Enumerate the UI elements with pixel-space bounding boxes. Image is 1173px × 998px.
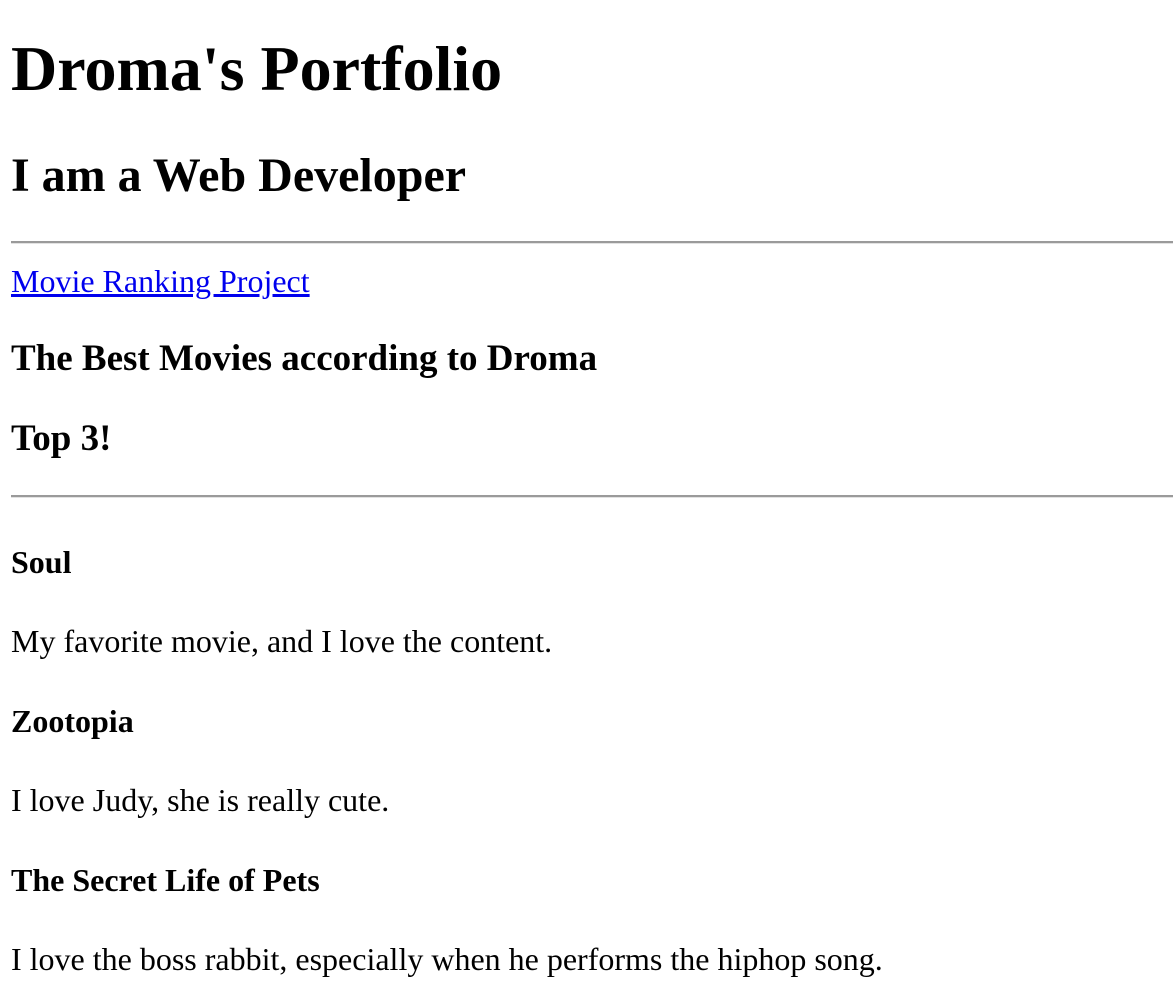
section-heading: The Best Movies according to Droma bbox=[11, 338, 598, 379]
movie-ranking-project-link[interactable]: Movie Ranking Project bbox=[11, 262, 310, 300]
divider bbox=[11, 495, 1173, 498]
section-subheading: Top 3! bbox=[11, 418, 112, 459]
movie-title: Soul bbox=[11, 544, 72, 580]
page-subtitle: I am a Web Developer bbox=[11, 149, 467, 202]
movie-title: Zootopia bbox=[11, 703, 134, 739]
movie-description: My favorite movie, and I love the conten… bbox=[11, 623, 553, 659]
movie-title: The Secret Life of Pets bbox=[11, 862, 320, 898]
movie-description: I love the boss rabbit, especially when … bbox=[11, 941, 883, 977]
page-title: Droma's Portfolio bbox=[11, 33, 503, 104]
movie-description: I love Judy, she is really cute. bbox=[11, 782, 390, 818]
divider bbox=[11, 241, 1173, 244]
